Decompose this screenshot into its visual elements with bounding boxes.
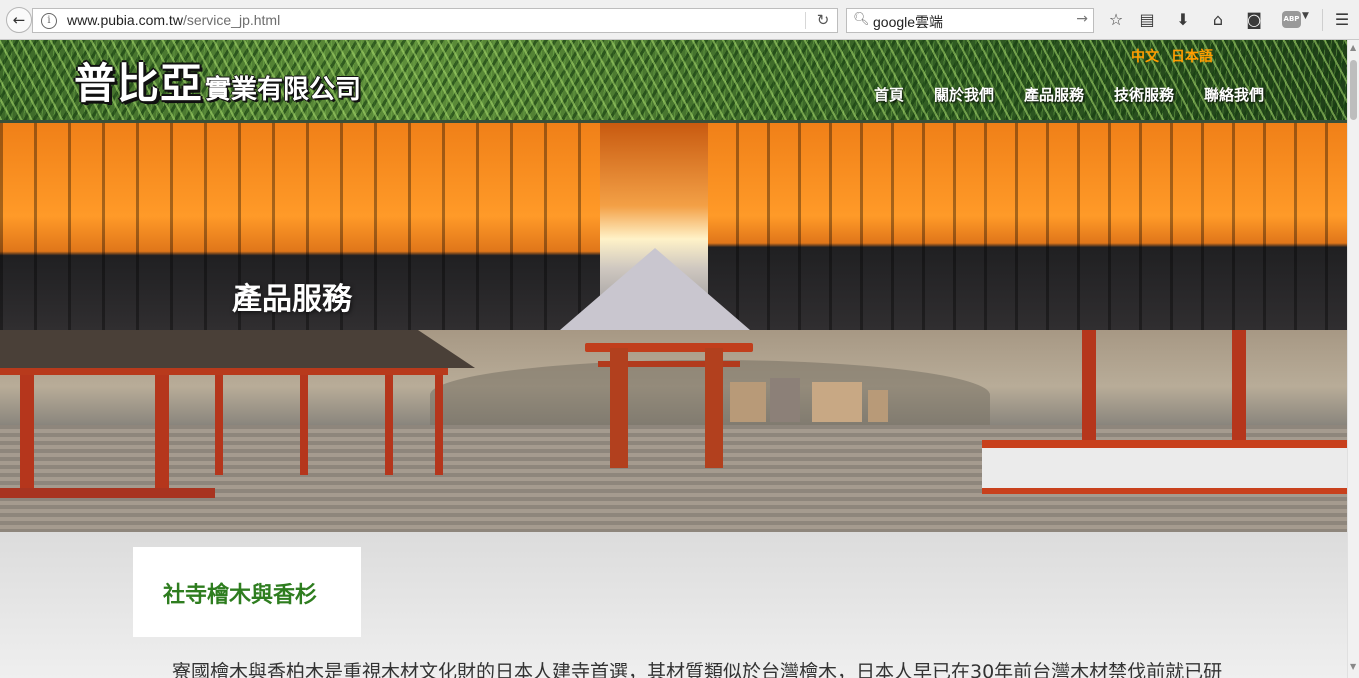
address-bar[interactable]: i www.pubia.com.tw/service_jp.html ↻ xyxy=(32,8,838,33)
chevron-down-icon[interactable]: ▼ xyxy=(1302,11,1309,21)
building xyxy=(770,378,800,422)
pier-post xyxy=(1082,330,1096,440)
pier-post xyxy=(435,375,443,475)
torii-pillar-right xyxy=(705,348,723,468)
reading-list-icon[interactable]: ▤ xyxy=(1136,9,1158,31)
pier-deck xyxy=(0,488,215,498)
search-bar[interactable]: 🔍︎ google雲端 → xyxy=(846,8,1094,33)
search-input[interactable]: google雲端 xyxy=(873,12,943,32)
section-title: 社寺檜木與香杉 xyxy=(163,583,318,608)
nav-products[interactable]: 產品服務 xyxy=(1024,84,1084,105)
download-icon[interactable]: ⬇ xyxy=(1172,9,1194,31)
page-viewport: 普比亞實業有限公司 中文 日本語 首頁 關於我們 產品服務 技術服務 聯絡我們 … xyxy=(0,40,1347,678)
pier-post xyxy=(215,375,223,475)
scroll-thumb[interactable] xyxy=(1350,60,1357,120)
building xyxy=(812,382,862,422)
url-host: www.pubia.com.tw xyxy=(67,12,183,28)
search-go-icon[interactable]: → xyxy=(1076,11,1088,27)
hero-banner: 產品服務 xyxy=(0,123,1347,330)
pier-roof xyxy=(0,330,475,368)
scroll-up-icon[interactable]: ▲ xyxy=(1350,43,1356,52)
adblock-icon[interactable]: ABP xyxy=(1282,11,1301,28)
logo-sub: 實業有限公司 xyxy=(205,75,362,105)
nav-tech[interactable]: 技術服務 xyxy=(1114,84,1174,105)
scroll-down-icon[interactable]: ▼ xyxy=(1350,662,1356,671)
logo-main: 普比亞 xyxy=(74,59,204,108)
pier-wall xyxy=(982,440,1347,494)
torii-pillar-left xyxy=(610,348,628,468)
back-arrow-icon[interactable]: ← xyxy=(6,7,32,33)
building xyxy=(730,382,766,422)
browser-toolbar: ← i www.pubia.com.tw/service_jp.html ↻ 🔍… xyxy=(0,0,1359,40)
pier-beam xyxy=(0,368,448,375)
bookmark-star-icon[interactable]: ☆ xyxy=(1105,9,1127,31)
building xyxy=(868,390,888,422)
pocket-icon[interactable]: ◙ xyxy=(1243,9,1265,31)
nav-about[interactable]: 關於我們 xyxy=(934,84,994,105)
body-paragraph: 寮國檜木與香柏木是重視木材文化財的日本人建寺首選，其材質類似於台灣檜木，日本人早… xyxy=(172,661,1223,678)
hero-title: 產品服務 xyxy=(232,282,352,317)
torii-tunnel-right xyxy=(708,123,1347,330)
shrine-pier-left xyxy=(0,330,475,532)
search-icon: 🔍︎ xyxy=(853,12,870,27)
menu-icon[interactable]: ☰ xyxy=(1331,9,1353,31)
info-icon[interactable]: i xyxy=(41,13,57,29)
nav-contact[interactable]: 聯絡我們 xyxy=(1204,84,1264,105)
stone-path xyxy=(560,248,750,330)
url-separator xyxy=(805,12,806,29)
pier-post xyxy=(300,375,308,475)
lang-zh-link[interactable]: 中文 xyxy=(1131,46,1159,66)
pier-post xyxy=(1232,330,1246,440)
toolbar-divider xyxy=(1322,9,1323,31)
pier-post xyxy=(385,375,393,475)
home-icon[interactable]: ⌂ xyxy=(1207,9,1229,31)
vertical-scrollbar[interactable]: ▲ ▼ xyxy=(1347,40,1359,678)
site-header: 普比亞實業有限公司 中文 日本語 首頁 關於我們 產品服務 技術服務 聯絡我們 xyxy=(0,40,1347,123)
pier-post xyxy=(155,375,169,493)
url-text[interactable]: www.pubia.com.tw/service_jp.html xyxy=(67,12,280,28)
site-logo[interactable]: 普比亞實業有限公司 xyxy=(74,50,361,111)
shrine-pier-right xyxy=(982,330,1347,532)
shrine-photo xyxy=(0,330,1347,532)
url-path: /service_jp.html xyxy=(182,12,281,28)
nav-home[interactable]: 首頁 xyxy=(874,84,904,105)
reload-icon[interactable]: ↻ xyxy=(813,11,833,29)
pier-post xyxy=(20,375,34,493)
lang-ja-link[interactable]: 日本語 xyxy=(1171,46,1213,66)
